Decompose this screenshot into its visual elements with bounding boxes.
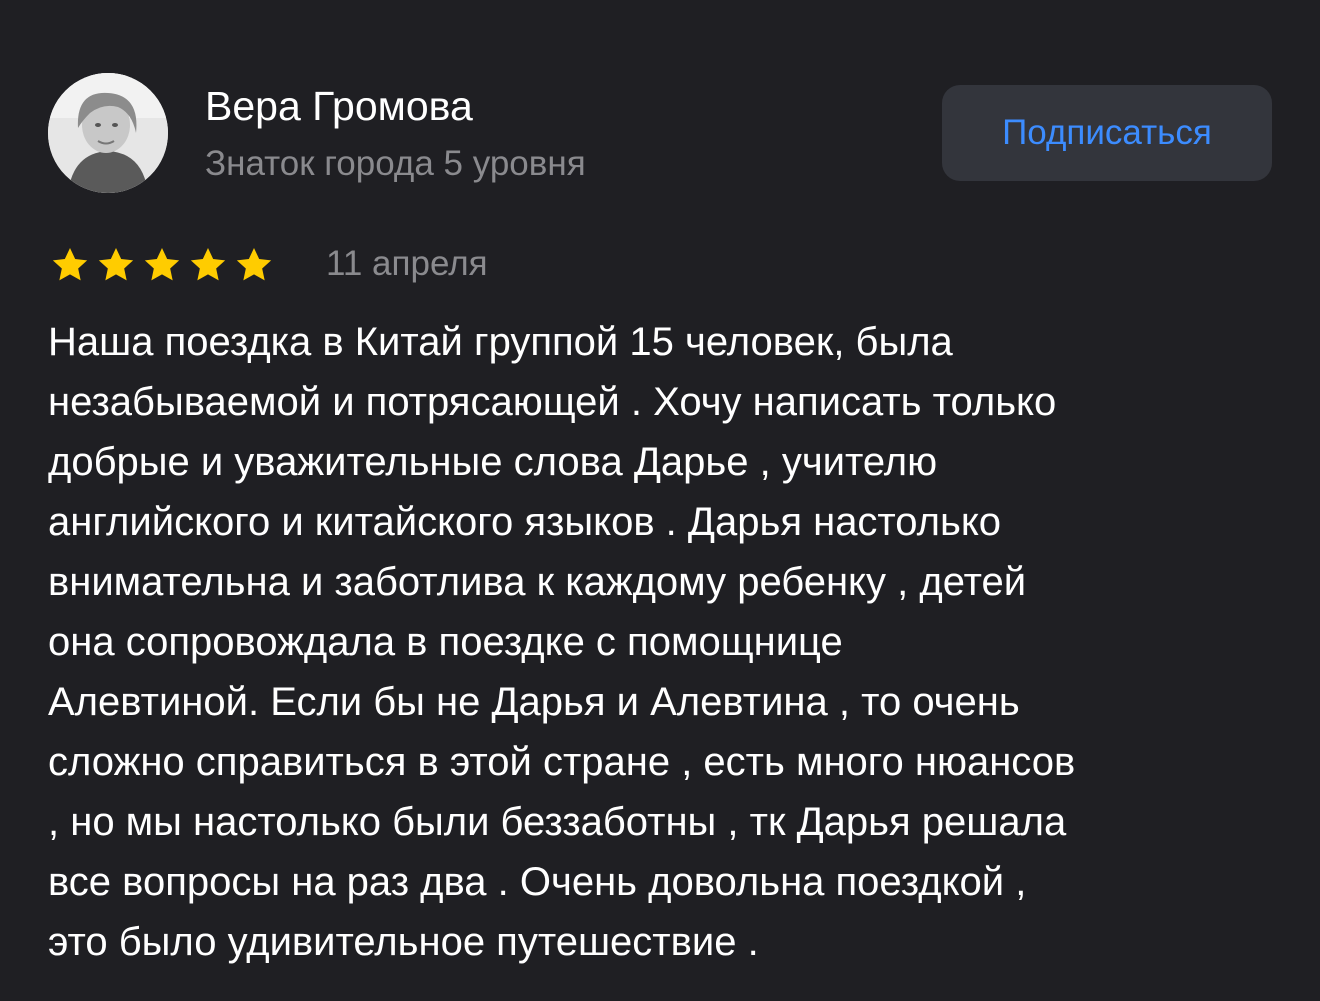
review-text-line: она сопровождала в поездке с помощнице <box>48 620 843 664</box>
author-level: Знаток города 5 уровня <box>205 144 586 183</box>
author-avatar[interactable] <box>48 73 168 193</box>
rating-stars <box>50 240 280 290</box>
review-text-line: английского и китайского языков . Дарья … <box>48 500 1002 544</box>
star-icon <box>52 248 88 281</box>
author-name[interactable]: Вера Громова <box>205 82 473 130</box>
review-text-line: все вопросы на раз два . Очень довольна … <box>48 860 1027 904</box>
review-date: 11 апреля <box>326 244 488 283</box>
review-text-line: добрые и уважительные слова Дарье , учит… <box>48 440 938 484</box>
review-text-line: , но мы настолько были беззаботны , тк Д… <box>48 800 1067 844</box>
review-text-line: Наша поездка в Китай группой 15 человек,… <box>48 320 953 364</box>
review-text: Наша поездка в Китай группой 15 человек,… <box>48 312 1288 972</box>
review-text-line: незабываемой и потрясающей . Хочу написа… <box>48 380 1057 424</box>
subscribe-button[interactable]: Подписаться <box>942 85 1272 181</box>
review-text-line: Алевтиной. Если бы не Дарья и Алевтина ,… <box>48 680 1020 724</box>
user-photo-avatar-icon <box>48 73 168 193</box>
review-text-line: это было удивительное путешествие . <box>48 920 759 964</box>
review-card: Вера Громова Знаток города 5 уровня Подп… <box>0 0 1320 1001</box>
star-icon <box>144 248 180 281</box>
review-text-line: сложно справиться в этой стране , есть м… <box>48 740 1076 784</box>
star-icon <box>236 248 272 281</box>
star-icon <box>98 248 134 281</box>
star-icon <box>190 248 226 281</box>
review-text-line: внимательна и заботлива к каждому ребенк… <box>48 560 1027 604</box>
